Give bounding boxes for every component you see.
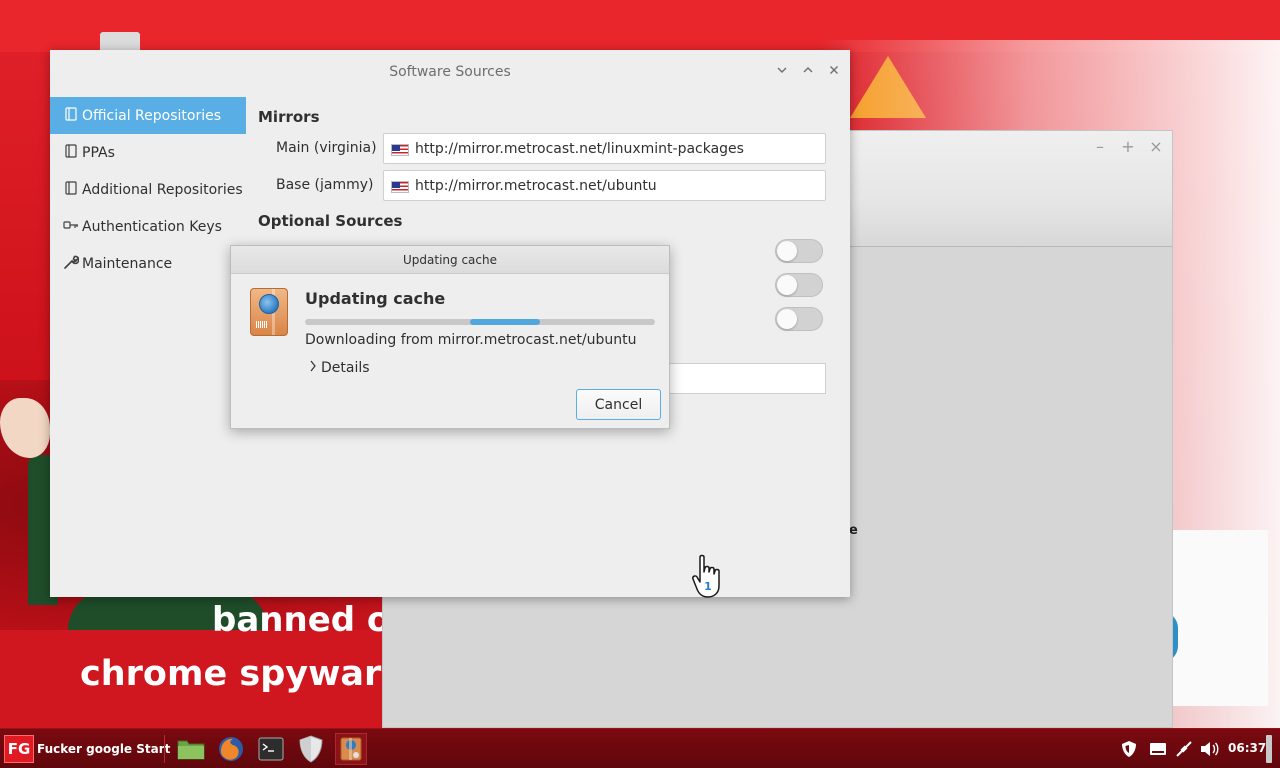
taskbar-separator	[164, 735, 165, 763]
dialog-heading: Updating cache	[305, 289, 446, 308]
close-icon[interactable]: ×	[1147, 137, 1165, 156]
details-expander[interactable]: Details	[305, 360, 370, 376]
taskbar: FG Fucker google Start 06:37	[0, 728, 1280, 768]
chevron-up-icon	[803, 67, 813, 73]
sidebar-item-label: Authentication Keys	[82, 218, 222, 235]
dialog-titlebar[interactable]: Updating cache	[231, 246, 669, 274]
key-icon	[60, 219, 82, 235]
mirrors-heading: Mirrors	[258, 108, 320, 126]
shield-icon[interactable]	[295, 733, 327, 765]
progress-fill	[469, 319, 540, 325]
sidebar-item-label: Official Repositories	[82, 107, 222, 124]
obscured-field[interactable]	[668, 363, 826, 394]
network-icon[interactable]	[1172, 737, 1196, 761]
chevron-right-icon	[305, 360, 321, 376]
software-sources-icon[interactable]	[335, 733, 367, 765]
us-flag-icon	[391, 144, 409, 156]
updating-cache-dialog: Updating cache Updating cache Downloadin…	[230, 245, 670, 429]
wallpaper-text-line1: banned o	[212, 600, 391, 640]
sidebar-item-authentication-keys[interactable]: Authentication Keys	[50, 208, 246, 245]
maximize-icon[interactable]: +	[1119, 137, 1137, 156]
cursor-badge: 1	[704, 580, 712, 593]
clock[interactable]: 06:37	[1228, 741, 1266, 755]
wrench-icon	[60, 254, 82, 274]
show-desktop-button[interactable]	[1266, 735, 1272, 763]
optional-source-toggle[interactable]	[775, 239, 823, 263]
background-window-text: e	[849, 523, 858, 538]
close-button[interactable]	[824, 62, 844, 82]
terminal-icon[interactable]	[255, 733, 287, 765]
sidebar-item-label: Maintenance	[82, 255, 173, 272]
keyboard-icon[interactable]	[1146, 737, 1170, 761]
main-mirror-url: http://mirror.metrocast.net/linuxmint-pa…	[415, 141, 744, 157]
base-mirror-label: Base (jammy)	[276, 177, 374, 193]
minimize-icon[interactable]: –	[1091, 137, 1109, 156]
base-mirror-url: http://mirror.metrocast.net/ubuntu	[415, 178, 657, 194]
repository-icon	[60, 180, 82, 199]
folder-icon[interactable]	[175, 733, 207, 765]
wallpaper-text-line2: chrome spyware	[80, 654, 406, 694]
chevron-down-icon	[777, 67, 787, 73]
sidebar-item-official-repositories[interactable]: Official Repositories	[50, 97, 246, 134]
main-mirror-label: Main (virginia)	[276, 140, 377, 156]
details-label: Details	[321, 360, 370, 376]
optional-sources-heading: Optional Sources	[258, 212, 403, 230]
us-flag-icon	[391, 181, 409, 193]
wallpaper-card	[1172, 530, 1268, 706]
sidebar-item-maintenance[interactable]: Maintenance	[50, 245, 246, 282]
sidebar-item-additional-repositories[interactable]: Additional Repositories	[50, 171, 246, 208]
start-menu-button[interactable]: FG Fucker google Start	[4, 732, 170, 766]
maximize-button[interactable]	[798, 62, 818, 82]
package-icon	[250, 288, 288, 336]
sidebar-item-ppas[interactable]: PPAs	[50, 134, 246, 171]
sidebar-item-label: PPAs	[82, 144, 115, 161]
download-progress-bar	[305, 319, 655, 325]
window-title: Software Sources	[389, 64, 511, 80]
hand-pointer-cursor-icon: 1	[692, 554, 720, 598]
main-mirror-button[interactable]: http://mirror.metrocast.net/linuxmint-pa…	[383, 133, 826, 164]
base-mirror-button[interactable]: http://mirror.metrocast.net/ubuntu	[383, 170, 826, 201]
optional-source-toggle[interactable]	[775, 307, 823, 331]
window-titlebar[interactable]: Software Sources	[50, 50, 850, 94]
sidebar-item-label: Additional Repositories	[82, 181, 243, 198]
start-logo-icon: FG	[4, 735, 34, 763]
main-mirror-row: Main (virginia) http://mirror.metrocast.…	[276, 133, 826, 165]
security-shield-icon[interactable]	[1117, 737, 1141, 761]
firefox-icon[interactable]	[215, 733, 247, 765]
dialog-title: Updating cache	[403, 253, 497, 267]
sidebar: Official Repositories PPAs Additional Re…	[50, 97, 246, 282]
repository-icon	[60, 143, 82, 162]
start-menu-label: Fucker google Start	[37, 742, 171, 756]
minimize-button[interactable]	[772, 62, 792, 82]
repository-icon	[60, 106, 82, 125]
download-status-text: Downloading from mirror.metrocast.net/ub…	[305, 332, 637, 348]
cancel-button[interactable]: Cancel	[576, 389, 661, 420]
base-mirror-row: Base (jammy) http://mirror.metrocast.net…	[276, 170, 826, 202]
close-icon	[830, 66, 838, 74]
optional-source-toggle[interactable]	[775, 273, 823, 297]
volume-icon[interactable]	[1198, 737, 1222, 761]
